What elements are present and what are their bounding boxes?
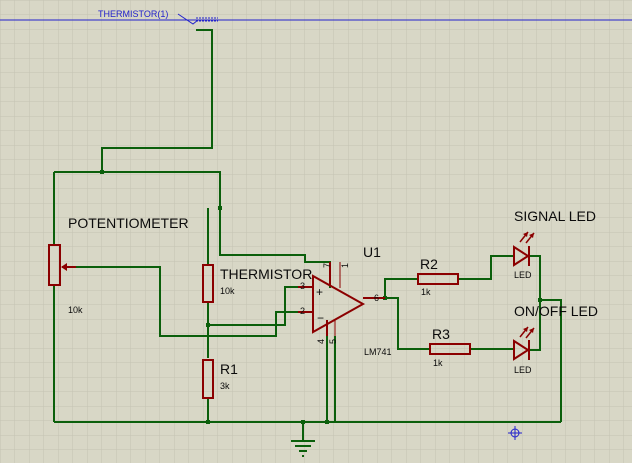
opamp-pin-4: 4 xyxy=(316,339,326,344)
opamp-part: LM741 xyxy=(364,347,392,357)
onoff-led-label: ON/OFF LED xyxy=(514,303,598,319)
svg-text:+: + xyxy=(316,285,323,299)
opamp-pin-5: 5 xyxy=(328,339,338,344)
onoff-led-type: LED xyxy=(514,365,532,375)
potentiometer-value: 10k xyxy=(68,305,83,315)
opamp-pin-6: 6 xyxy=(374,293,379,303)
opamp-pin-2: 2 xyxy=(300,306,305,316)
r1-label: R1 xyxy=(220,361,238,377)
r2-value: 1k xyxy=(421,287,431,297)
grid-background xyxy=(0,0,632,463)
potentiometer-label: POTENTIOMETER xyxy=(68,215,189,231)
opamp-ref: U1 xyxy=(363,244,381,260)
probe-label: THERMISTOR(1) xyxy=(98,9,168,19)
thermistor-label: THERMISTOR xyxy=(220,266,312,282)
schematic-svg: THERMISTOR(1) POTENTIOMETER 10k THERMIST… xyxy=(0,0,632,463)
opamp-pin-1: 1 xyxy=(340,263,350,268)
thermistor-value: 10k xyxy=(220,286,235,296)
r3-value: 1k xyxy=(433,358,443,368)
signal-led-label: SIGNAL LED xyxy=(514,208,596,224)
r3-label: R3 xyxy=(432,326,450,342)
r2-label: R2 xyxy=(420,256,438,272)
schematic-canvas[interactable]: THERMISTOR(1) POTENTIOMETER 10k THERMIST… xyxy=(0,0,632,463)
opamp-pin-3: 3 xyxy=(300,281,305,291)
r1-value: 3k xyxy=(220,381,230,391)
svg-text:−: − xyxy=(317,311,324,325)
signal-led-type: LED xyxy=(514,270,532,280)
opamp-pin-7: 7 xyxy=(322,263,332,268)
